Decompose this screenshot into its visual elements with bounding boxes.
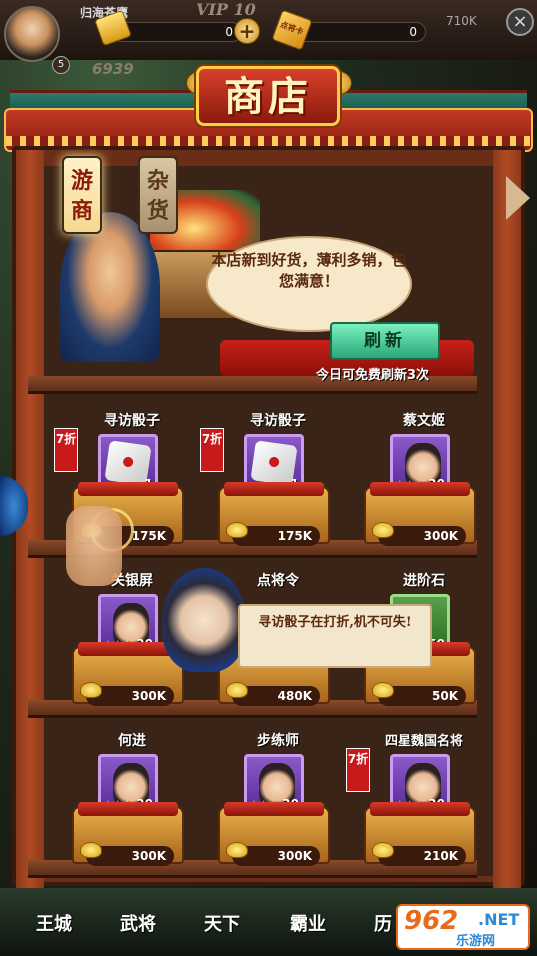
- add-gold-button[interactable]: +: [234, 18, 260, 44]
- item-name: 寻访骰子: [104, 413, 160, 429]
- gold-ingot-icon: [226, 842, 248, 858]
- nav-history[interactable]: 历: [374, 910, 392, 936]
- shop-item[interactable]: 四星魏国名将 ★★★30 7折 210K: [346, 730, 494, 880]
- nav-hegemony[interactable]: 霸业: [290, 910, 326, 936]
- shop-title-sign: 商店: [196, 66, 340, 126]
- tab-traveling-merchant[interactable]: 游商: [62, 156, 102, 234]
- vip-badge[interactable]: VIP 10: [196, 0, 256, 19]
- shop-item[interactable]: 何进 ★★★30 300K: [62, 730, 202, 880]
- watermark-number: 962: [404, 906, 459, 936]
- gold-ingot-icon: [226, 522, 248, 538]
- gold-ingot-icon: [372, 522, 394, 538]
- free-refresh-note: 今日可免费刷新3次: [316, 368, 430, 383]
- nav-capital[interactable]: 王城: [36, 910, 72, 936]
- nav-generals[interactable]: 武将: [120, 910, 156, 936]
- close-button[interactable]: ×: [506, 8, 534, 36]
- pointing-hand-icon: [66, 506, 122, 586]
- next-page-arrow-icon[interactable]: [506, 176, 530, 220]
- player-avatar[interactable]: [4, 6, 60, 62]
- watermark-net: .NET: [478, 910, 520, 929]
- discount-badge: 7折: [346, 748, 370, 792]
- item-name: 蔡文姬: [403, 413, 445, 429]
- merchant-character: [60, 212, 160, 362]
- shop-item[interactable]: 蔡文姬 ★★★30 300K: [354, 410, 494, 560]
- extra-resource-value: 710K: [446, 14, 477, 28]
- gold-ingot-icon: [80, 842, 102, 858]
- item-name: 进阶石: [403, 573, 445, 589]
- tab-general-goods[interactable]: 杂货: [138, 156, 178, 234]
- gold-ingot-icon: [80, 682, 102, 698]
- discount-badge: 7折: [54, 428, 78, 472]
- shop-item[interactable]: 步练师 ★★★30 300K: [208, 730, 348, 880]
- advisor-avatar: [162, 568, 246, 672]
- nav-world[interactable]: 天下: [204, 910, 240, 936]
- tutorial-tooltip: 寻访骰子在打折,机不可失!: [238, 604, 432, 668]
- item-name: 四星魏国名将: [384, 734, 463, 749]
- coupon-icon: 点将卡: [271, 9, 313, 51]
- top-bar: 5 归海苍鹰 VIP 10 0 + 0 点将卡 710K ×: [0, 0, 537, 74]
- coupon-label: 点将卡: [278, 19, 305, 37]
- merchant-speech-bubble: 本店新到好货，薄利多销，包您满意！: [206, 236, 412, 332]
- item-name: 何进: [118, 733, 146, 749]
- shop-title: 商店: [224, 73, 312, 120]
- gold-ingot-icon: [226, 682, 248, 698]
- watermark-logo: 962 .NET 乐游网: [396, 904, 530, 950]
- cabinet-right-pillar: [493, 150, 521, 890]
- item-name: 步练师: [257, 733, 299, 749]
- gold-counter: 0: [112, 22, 242, 42]
- discount-badge: 7折: [200, 428, 224, 472]
- refresh-button[interactable]: 刷新: [330, 322, 440, 360]
- shop-item[interactable]: 寻访骰子 1 7折 175K: [200, 410, 348, 560]
- gold-ingot-icon: [372, 682, 394, 698]
- watermark-site: 乐游网: [456, 934, 496, 949]
- item-name: 寻访骰子: [250, 413, 306, 429]
- gold-ingot-icon: [372, 842, 394, 858]
